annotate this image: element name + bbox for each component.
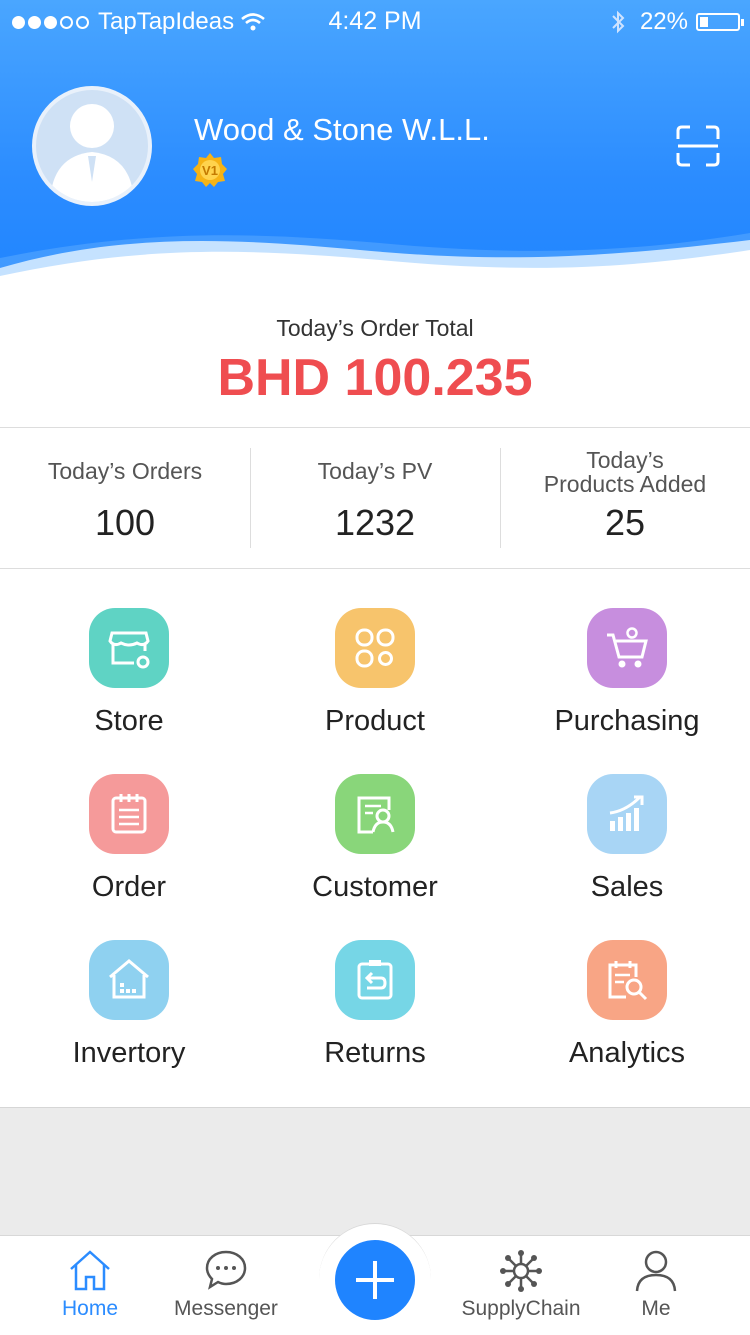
order-total-amount: BHD 100.235 (217, 349, 533, 407)
stat-products-added[interactable]: Today’s Products Added 25 (500, 428, 750, 568)
stats-row: Today’s Orders 100 Today’s PV 1232 Today… (0, 428, 750, 569)
nav-label: Me (641, 1297, 671, 1320)
inventory-icon (89, 940, 169, 1020)
status-right: 22% (610, 8, 744, 36)
store-icon (89, 608, 169, 688)
company-name: Wood & Stone W.L.L. (194, 112, 490, 147)
nav-supplychain[interactable]: SupplyChain (446, 1235, 596, 1334)
battery-percent: 22% (639, 8, 688, 35)
battery-icon (696, 13, 744, 31)
home-icon (70, 1250, 110, 1291)
stat-value: 25 (604, 502, 646, 543)
menu-item-label: Sales (590, 871, 664, 903)
menu-item-store[interactable]: Store (4, 569, 254, 737)
stat-pv[interactable]: Today’s PV 1232 (250, 428, 500, 568)
bluetooth-icon (612, 10, 625, 34)
status-bar: TapTapIdeas 4:42 PM 22% (0, 0, 750, 40)
menu-item-analytics[interactable]: Analytics (502, 901, 750, 1069)
user-silhouette-icon (50, 104, 134, 202)
stat-value: 1232 (334, 502, 416, 543)
menu-item-product[interactable]: Product (250, 569, 500, 737)
menu-item-returns[interactable]: Returns (250, 901, 500, 1069)
menu-item-label: Order (91, 871, 167, 903)
menu-item-inventory[interactable]: Invertory (4, 901, 254, 1069)
menu-item-label: Analytics (568, 1037, 686, 1069)
order-total-label: Today’s Order Total (276, 315, 474, 341)
messenger-icon (205, 1250, 247, 1290)
product-icon (335, 608, 415, 688)
menu-item-customer[interactable]: Customer (250, 735, 500, 903)
stat-label-line2: Products Added (543, 471, 707, 497)
nav-label: SupplyChain (461, 1297, 581, 1320)
menu-grid: Store Product Purchasing Order Customer … (0, 569, 750, 1108)
menu-item-order[interactable]: Order (4, 735, 254, 903)
sales-chart-icon (587, 774, 667, 854)
stat-label-line1: Today’s (586, 447, 664, 473)
vip-badge-icon: V1 (193, 153, 227, 187)
menu-item-purchasing[interactable]: Purchasing (502, 569, 750, 737)
returns-icon (335, 940, 415, 1020)
stat-label: Today’s Orders (47, 458, 203, 484)
nav-label: Home (61, 1297, 119, 1320)
customer-icon (335, 774, 415, 854)
add-button[interactable] (335, 1240, 415, 1320)
order-total-summary: Today’s Order Total BHD 100.235 (0, 300, 750, 428)
stat-value: 100 (94, 502, 156, 543)
menu-item-label: Purchasing (554, 705, 700, 737)
menu-item-label: Customer (312, 871, 438, 903)
user-icon (635, 1250, 677, 1292)
order-icon (89, 774, 169, 854)
scan-icon[interactable] (676, 125, 720, 167)
menu-item-label: Invertory (72, 1037, 186, 1069)
profile-header: TapTapIdeas 4:42 PM 22% Wood & Stone W.L… (0, 0, 750, 300)
vip-badge-text: V1 (202, 163, 218, 178)
nav-messenger[interactable]: Messenger (151, 1235, 301, 1334)
nav-home[interactable]: Home (15, 1235, 165, 1334)
avatar[interactable] (32, 86, 152, 206)
nav-me[interactable]: Me (581, 1235, 731, 1334)
supply-chain-icon (500, 1250, 542, 1292)
plus-icon (356, 1261, 394, 1299)
analytics-icon (587, 940, 667, 1020)
battery-fill (700, 17, 708, 27)
menu-item-sales[interactable]: Sales (502, 735, 750, 903)
menu-item-label: Returns (324, 1037, 426, 1069)
purchasing-cart-icon (587, 608, 667, 688)
stat-label: Today’s PV (317, 458, 433, 484)
menu-item-label: Product (325, 705, 425, 737)
stat-orders[interactable]: Today’s Orders 100 (0, 428, 250, 568)
stat-label: Today’s Products Added (500, 448, 750, 496)
header-wave (0, 233, 750, 300)
nav-label: Messenger (174, 1297, 278, 1320)
menu-item-label: Store (94, 705, 164, 737)
